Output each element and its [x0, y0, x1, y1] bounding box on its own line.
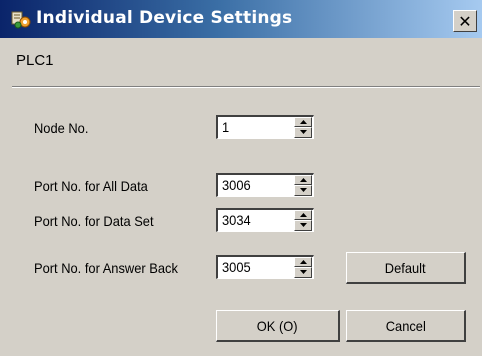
port-all-data-label: Port No. for All Data [34, 178, 148, 194]
node-no-value[interactable]: 1 [222, 119, 229, 135]
close-button[interactable]: ✕ [453, 10, 477, 32]
port-all-data-decrement-button[interactable] [294, 185, 312, 196]
node-no-label: Node No. [34, 120, 89, 136]
node-no-stepper[interactable]: 1 [216, 115, 314, 139]
port-answer-back-increment-button[interactable] [294, 257, 312, 267]
port-data-set-label: Port No. for Data Set [34, 213, 154, 229]
port-data-set-decrement-button[interactable] [294, 220, 312, 231]
port-data-set-increment-button[interactable] [294, 210, 312, 220]
node-no-decrement-button[interactable] [294, 127, 312, 138]
port-all-data-increment-button[interactable] [294, 175, 312, 185]
arrow-down-icon [300, 188, 307, 192]
cancel-button[interactable]: Cancel [346, 310, 466, 342]
arrow-up-icon [300, 178, 307, 182]
arrow-up-icon [300, 213, 307, 217]
port-answer-back-stepper[interactable]: 3005 [216, 255, 314, 279]
node-no-spinner [294, 117, 312, 138]
ok-button[interactable]: OK (O) [216, 310, 340, 342]
port-all-data-value[interactable]: 3006 [222, 177, 251, 193]
dialog-window: Individual Device Settings ✕ PLC1 Node N… [0, 0, 482, 356]
cancel-button-label: Cancel [385, 317, 426, 334]
port-answer-back-label: Port No. for Answer Back [34, 260, 178, 276]
plc-header: PLC1 [0, 38, 482, 82]
default-button-label: Default [385, 259, 426, 276]
port-all-data-spinner [294, 175, 312, 196]
settings-gear-icon [11, 11, 31, 29]
node-no-increment-button[interactable] [294, 117, 312, 127]
ok-button-label: OK (O) [257, 317, 298, 334]
port-data-set-value[interactable]: 3034 [222, 212, 251, 228]
arrow-down-icon [300, 223, 307, 227]
port-answer-back-spinner [294, 257, 312, 278]
window-title: Individual Device Settings [36, 8, 293, 28]
arrow-up-icon [300, 120, 307, 124]
port-all-data-stepper[interactable]: 3006 [216, 173, 314, 197]
port-answer-back-decrement-button[interactable] [294, 267, 312, 278]
port-data-set-stepper[interactable]: 3034 [216, 208, 314, 232]
header-divider [12, 86, 480, 88]
default-button[interactable]: Default [346, 252, 466, 284]
plc-name: PLC1 [16, 52, 54, 69]
arrow-up-icon [300, 260, 307, 264]
arrow-down-icon [300, 130, 307, 134]
port-data-set-spinner [294, 210, 312, 231]
title-bar[interactable]: Individual Device Settings ✕ [0, 0, 482, 38]
close-icon: ✕ [458, 11, 472, 31]
arrow-down-icon [300, 270, 307, 274]
port-answer-back-value[interactable]: 3005 [222, 259, 251, 275]
